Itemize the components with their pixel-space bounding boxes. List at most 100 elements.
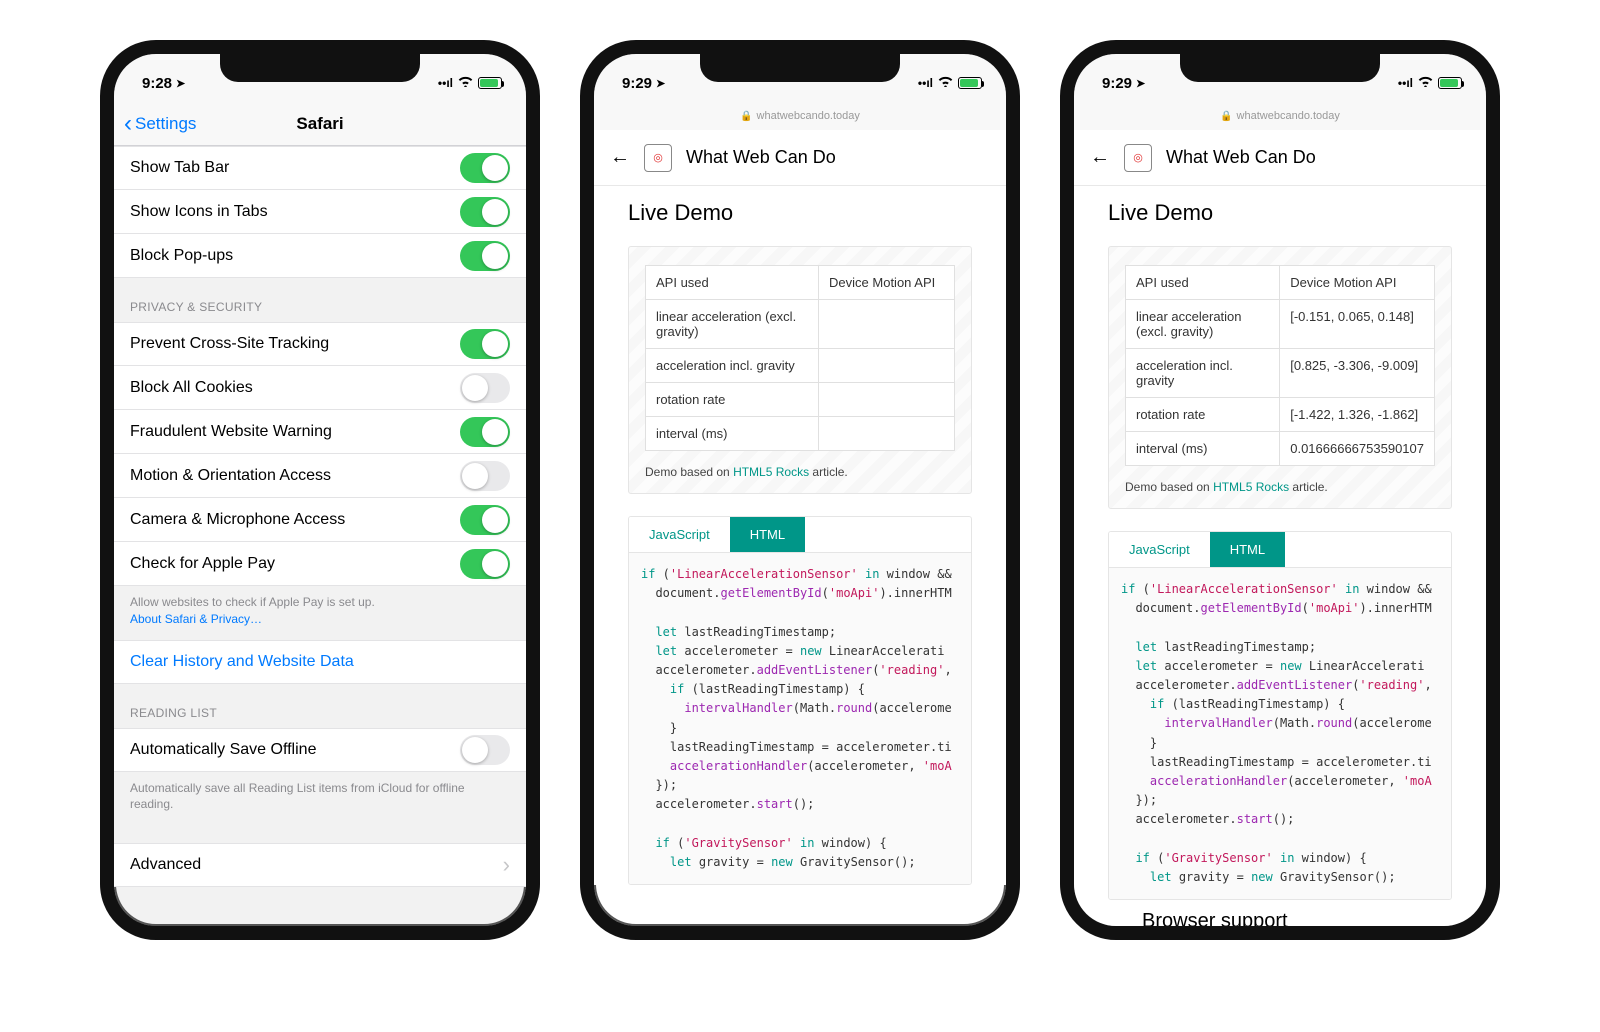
table-row: API usedDevice Motion API (1126, 266, 1435, 300)
toggle[interactable] (460, 505, 510, 535)
sensor-table: API usedDevice Motion API linear acceler… (1125, 265, 1435, 466)
url-text: whatwebcando.today (757, 110, 860, 122)
setting-row[interactable]: Block All Cookies (114, 366, 526, 410)
code-card: JavaScript HTML if ('LinearAccelerationS… (1108, 531, 1452, 900)
toggle[interactable] (460, 197, 510, 227)
table-row: interval (ms) (646, 417, 955, 451)
section-header-privacy: PRIVACY & SECURITY (114, 278, 526, 322)
toggle[interactable] (460, 417, 510, 447)
setting-label: Check for Apple Pay (130, 555, 275, 573)
url-text: whatwebcando.today (1237, 110, 1340, 122)
demo-card: API usedDevice Motion API linear acceler… (628, 246, 972, 494)
code-card: JavaScript HTML if ('LinearAccelerationS… (628, 516, 972, 885)
table-row: linear acceleration (excl. gravity)[-0.1… (1126, 300, 1435, 349)
nav-bar: ‹ Settings Safari (114, 102, 526, 146)
demo-footer: Demo based on HTML5 Rocks article. (645, 465, 955, 479)
about-safari-privacy-link[interactable]: About Safari & Privacy… (130, 612, 262, 626)
table-row: API usedDevice Motion API (646, 266, 955, 300)
wwcd-logo-icon: ◎ (1124, 144, 1152, 172)
setting-label: Fraudulent Website Warning (130, 423, 332, 441)
location-icon: ➤ (176, 77, 185, 90)
section-header-reading: READING LIST (114, 684, 526, 728)
setting-label: Camera & Microphone Access (130, 511, 345, 529)
html5rocks-link[interactable]: HTML5 Rocks (733, 465, 809, 479)
wwcd-logo-icon: ◎ (644, 144, 672, 172)
browser-support-heading: Browser support (1108, 910, 1452, 926)
wifi-icon (458, 76, 473, 90)
setting-row[interactable]: Motion & Orientation Access (114, 454, 526, 498)
page-title: Safari (114, 114, 526, 134)
notch (220, 54, 420, 82)
table-row: acceleration incl. gravity[0.825, -3.306… (1126, 349, 1435, 398)
tab-html[interactable]: HTML (1210, 532, 1285, 567)
toggle[interactable] (460, 373, 510, 403)
notch (700, 54, 900, 82)
setting-label: Motion & Orientation Access (130, 467, 331, 485)
setting-row[interactable]: Camera & Microphone Access (114, 498, 526, 542)
table-row: acceleration incl. gravity (646, 349, 955, 383)
setting-label: Block Pop-ups (130, 247, 233, 265)
status-time: 9:28 (142, 75, 172, 92)
setting-row[interactable]: Prevent Cross-Site Tracking (114, 322, 526, 366)
live-demo-heading: Live Demo (628, 200, 972, 226)
setting-row[interactable]: Show Icons in Tabs (114, 190, 526, 234)
table-row: interval (ms)0.01666666753590107 (1126, 432, 1435, 466)
url-bar[interactable]: 🔒 whatwebcando.today (1074, 102, 1486, 130)
table-row: rotation rate (646, 383, 955, 417)
url-bar[interactable]: 🔒 whatwebcando.today (594, 102, 1006, 130)
tab-javascript[interactable]: JavaScript (629, 517, 730, 552)
status-time: 9:29 (622, 75, 652, 92)
setting-row-auto-save-offline[interactable]: Automatically Save Offline (114, 728, 526, 772)
signal-icon: ••ıl (918, 76, 933, 90)
code-block[interactable]: if ('LinearAccelerationSensor' in window… (629, 553, 971, 884)
html5rocks-link[interactable]: HTML5 Rocks (1213, 480, 1289, 494)
battery-icon (478, 77, 502, 89)
setting-row[interactable]: Show Tab Bar (114, 146, 526, 190)
setting-row[interactable]: Fraudulent Website Warning (114, 410, 526, 454)
lock-icon: 🔒 (1220, 111, 1232, 122)
toggle[interactable] (460, 549, 510, 579)
live-demo-heading: Live Demo (1108, 200, 1452, 226)
battery-icon (958, 77, 982, 89)
setting-label: Block All Cookies (130, 379, 253, 397)
table-row: linear acceleration (excl. gravity) (646, 300, 955, 349)
clear-history-button[interactable]: Clear History and Website Data (114, 640, 526, 684)
setting-row[interactable]: Check for Apple Pay (114, 542, 526, 586)
app-bar: ← ◎ What Web Can Do (594, 130, 1006, 186)
toggle[interactable] (460, 735, 510, 765)
location-icon: ➤ (1136, 77, 1145, 90)
toggle[interactable] (460, 153, 510, 183)
back-arrow-icon[interactable]: ← (1090, 146, 1110, 169)
setting-row[interactable]: Block Pop-ups (114, 234, 526, 278)
battery-icon (1438, 77, 1462, 89)
sensor-table: API usedDevice Motion API linear acceler… (645, 265, 955, 451)
demo-card: API usedDevice Motion API linear acceler… (1108, 246, 1452, 509)
setting-label: Show Icons in Tabs (130, 203, 268, 221)
location-icon: ➤ (656, 77, 665, 90)
back-arrow-icon[interactable]: ← (610, 146, 630, 169)
tab-javascript[interactable]: JavaScript (1109, 532, 1210, 567)
toggle[interactable] (460, 461, 510, 491)
table-row: rotation rate[-1.422, 1.326, -1.862] (1126, 398, 1435, 432)
app-title: What Web Can Do (1166, 147, 1316, 168)
tab-html[interactable]: HTML (730, 517, 805, 552)
app-title: What Web Can Do (686, 147, 836, 168)
toggle[interactable] (460, 329, 510, 359)
notch (1180, 54, 1380, 82)
setting-label: Show Tab Bar (130, 159, 229, 177)
demo-footer: Demo based on HTML5 Rocks article. (1125, 480, 1435, 494)
app-bar: ← ◎ What Web Can Do (1074, 130, 1486, 186)
wifi-icon (1418, 76, 1433, 90)
wifi-icon (938, 76, 953, 90)
status-time: 9:29 (1102, 75, 1132, 92)
phone-safari-settings: 9:28 ➤ ••ıl ‹ Settings Safari Show Tab B… (100, 40, 540, 940)
code-block[interactable]: if ('LinearAccelerationSensor' in window… (1109, 568, 1451, 899)
setting-label: Prevent Cross-Site Tracking (130, 335, 329, 353)
advanced-row[interactable]: Advanced (114, 843, 526, 887)
phone-wwcd-nodata: 9:29 ➤ ••ıl 🔒 whatwebcando.today ← ◎ Wha… (580, 40, 1020, 940)
toggle[interactable] (460, 241, 510, 271)
signal-icon: ••ıl (438, 76, 453, 90)
privacy-footer: Allow websites to check if Apple Pay is … (114, 586, 526, 640)
lock-icon: 🔒 (740, 111, 752, 122)
phone-wwcd-withdata: 9:29 ➤ ••ıl 🔒 whatwebcando.today ← ◎ Wha… (1060, 40, 1500, 940)
